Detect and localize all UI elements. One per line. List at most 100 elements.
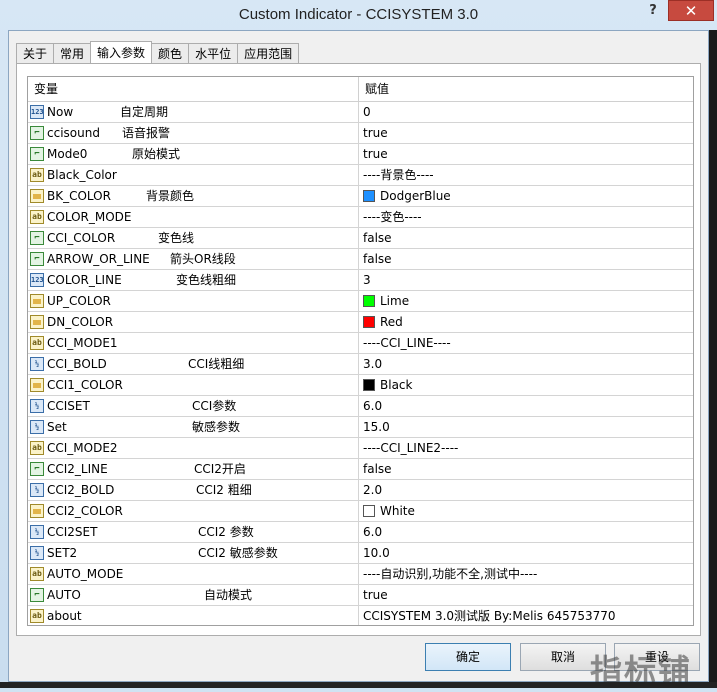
parameter-value-cell[interactable]: 2.0 [359, 480, 693, 500]
table-row[interactable]: ⌐ CCI2_LINE CCI2开启 false [28, 459, 693, 480]
parameter-name-cell[interactable]: CCI2_COLOR [28, 501, 359, 521]
column-header-variable[interactable]: 变量 [28, 77, 359, 101]
string-type-icon: ab [30, 441, 44, 455]
parameter-name-cell[interactable]: ⌐ CCI2_LINE CCI2开启 [28, 459, 359, 479]
help-button[interactable]: ? [640, 0, 666, 21]
table-row[interactable]: CCI1_COLOR Black [28, 375, 693, 396]
parameter-rows: 123 Now 自定周期 0 ⌐ ccisound 语音报警 true ⌐ Mode0 原始模式 tr… [28, 102, 693, 625]
parameter-name-cell[interactable]: ⌐ CCI_COLOR 变色线 [28, 228, 359, 248]
table-row[interactable]: DN_COLOR Red [28, 312, 693, 333]
parameter-name-cell[interactable]: 123 COLOR_LINE 变色线粗细 [28, 270, 359, 290]
parameter-name-cell[interactable]: ab Black_Color [28, 165, 359, 185]
parameter-name-cell[interactable]: ab AUTO_MODE [28, 564, 359, 584]
color-type-icon [30, 378, 44, 392]
parameter-value-cell[interactable]: Black [359, 375, 693, 395]
tab-levels[interactable]: 水平位 [188, 43, 239, 64]
tab-inputs[interactable]: 输入参数 [90, 41, 153, 64]
table-row[interactable]: ⌐ ARROW_OR_LINE 箭头OR线段 false [28, 249, 693, 270]
parameter-name-cell[interactable]: 123 Now 自定周期 [28, 102, 359, 122]
parameter-value-cell[interactable]: ----CCI_LINE---- [359, 333, 693, 353]
table-row[interactable]: 123 Now 自定周期 0 [28, 102, 693, 123]
parameter-value-cell[interactable]: true [359, 144, 693, 164]
table-row[interactable]: 123 COLOR_LINE 变色线粗细 3 [28, 270, 693, 291]
table-row[interactable]: ½ SET2 CCI2 敏感参数 10.0 [28, 543, 693, 564]
parameter-name-cell[interactable]: ⌐ AUTO 自动模式 [28, 585, 359, 605]
close-button[interactable]: ✕ [668, 0, 714, 21]
parameter-value-cell[interactable]: 6.0 [359, 396, 693, 416]
parameter-value-cell[interactable]: ----变色---- [359, 207, 693, 227]
parameter-value: 15.0 [363, 420, 390, 434]
tab-visualization[interactable]: 应用范围 [237, 43, 300, 64]
parameter-name: CCI2_BOLD [47, 483, 115, 497]
cancel-button[interactable]: 取消 [520, 643, 606, 671]
tab-about[interactable]: 关于 [16, 43, 55, 64]
parameter-name: SET2 [47, 546, 78, 560]
parameter-name-cell[interactable]: ½ Set 敏感参数 [28, 417, 359, 437]
table-row[interactable]: UP_COLOR Lime [28, 291, 693, 312]
parameter-name-cell[interactable]: ½ CCI2SET CCI2 参数 [28, 522, 359, 542]
table-row[interactable]: ½ CCI2SET CCI2 参数 6.0 [28, 522, 693, 543]
parameter-value-cell[interactable]: ----CCI_LINE2---- [359, 438, 693, 458]
table-row[interactable]: ½ Set 敏感参数 15.0 [28, 417, 693, 438]
tab-colors[interactable]: 颜色 [151, 43, 190, 64]
table-row[interactable]: ab CCI_MODE1 ----CCI_LINE---- [28, 333, 693, 354]
parameter-name-cell[interactable]: BK_COLOR 背景颜色 [28, 186, 359, 206]
parameter-value-cell[interactable]: true [359, 585, 693, 605]
parameter-name-cell[interactable]: ⌐ ccisound 语音报警 [28, 123, 359, 143]
table-row[interactable]: CCI2_COLOR White [28, 501, 693, 522]
parameter-value-cell[interactable]: Lime [359, 291, 693, 311]
table-row[interactable]: ab about CCISYSTEM 3.0测试版 By:Melis 6457537… [28, 606, 693, 625]
table-row[interactable]: ½ CCISET CCI参数 6.0 [28, 396, 693, 417]
parameter-name-cell[interactable]: ½ SET2 CCI2 敏感参数 [28, 543, 359, 563]
table-row[interactable]: BK_COLOR 背景颜色 DodgerBlue [28, 186, 693, 207]
tab-common[interactable]: 常用 [53, 43, 92, 64]
parameter-value-cell[interactable]: 6.0 [359, 522, 693, 542]
parameter-name-cell[interactable]: ½ CCI_BOLD CCI线粗细 [28, 354, 359, 374]
parameter-value-cell[interactable]: CCISYSTEM 3.0测试版 By:Melis 645753770 [359, 606, 693, 625]
parameter-value-cell[interactable]: ----自动识别,功能不全,测试中---- [359, 564, 693, 584]
parameter-value-cell[interactable]: 15.0 [359, 417, 693, 437]
table-row[interactable]: ½ CCI2_BOLD CCI2 粗细 2.0 [28, 480, 693, 501]
table-row[interactable]: ⌐ AUTO 自动模式 true [28, 585, 693, 606]
parameter-value-cell[interactable]: 3 [359, 270, 693, 290]
ok-button[interactable]: 确定 [425, 643, 511, 671]
parameter-value-cell[interactable]: 10.0 [359, 543, 693, 563]
parameter-value-cell[interactable]: 0 [359, 102, 693, 122]
parameter-name-cell[interactable]: ab CCI_MODE1 [28, 333, 359, 353]
parameter-value-cell[interactable]: Red [359, 312, 693, 332]
parameter-value-cell[interactable]: false [359, 459, 693, 479]
tab-bar: 关于 常用 输入参数 颜色 水平位 应用范围 [16, 41, 300, 64]
parameter-name-cell[interactable]: ab about [28, 606, 359, 625]
parameter-name-cell[interactable]: ⌐ ARROW_OR_LINE 箭头OR线段 [28, 249, 359, 269]
table-row[interactable]: ab COLOR_MODE ----变色---- [28, 207, 693, 228]
parameter-name: CCI_COLOR [47, 231, 116, 245]
parameter-value-cell[interactable]: false [359, 228, 693, 248]
table-row[interactable]: ½ CCI_BOLD CCI线粗细 3.0 [28, 354, 693, 375]
parameter-value-cell[interactable]: true [359, 123, 693, 143]
table-row[interactable]: ab AUTO_MODE ----自动识别,功能不全,测试中---- [28, 564, 693, 585]
column-header-value[interactable]: 赋值 [359, 77, 693, 101]
reset-button[interactable]: 重设 [614, 643, 700, 671]
parameter-name-cell[interactable]: ½ CCI2_BOLD CCI2 粗细 [28, 480, 359, 500]
parameter-value-cell[interactable]: 3.0 [359, 354, 693, 374]
parameter-name-cell[interactable]: ⌐ Mode0 原始模式 [28, 144, 359, 164]
table-row[interactable]: ab CCI_MODE2 ----CCI_LINE2---- [28, 438, 693, 459]
parameter-value-cell[interactable]: DodgerBlue [359, 186, 693, 206]
table-row[interactable]: ⌐ Mode0 原始模式 true [28, 144, 693, 165]
parameter-name-cell[interactable]: CCI1_COLOR [28, 375, 359, 395]
table-row[interactable]: ab Black_Color ----背景色---- [28, 165, 693, 186]
parameter-value-cell[interactable]: false [359, 249, 693, 269]
parameter-value-cell[interactable]: White [359, 501, 693, 521]
table-row[interactable]: ⌐ ccisound 语音报警 true [28, 123, 693, 144]
parameter-name-cell[interactable]: ½ CCISET CCI参数 [28, 396, 359, 416]
parameter-value-cell[interactable]: ----背景色---- [359, 165, 693, 185]
parameter-name-cell[interactable]: ab COLOR_MODE [28, 207, 359, 227]
table-row[interactable]: ⌐ CCI_COLOR 变色线 false [28, 228, 693, 249]
title-bar[interactable]: Custom Indicator - CCISYSTEM 3.0 ? ✕ [0, 0, 717, 32]
parameter-name-cell[interactable]: DN_COLOR [28, 312, 359, 332]
parameter-name: AUTO_MODE [47, 567, 124, 581]
parameter-name-cell[interactable]: UP_COLOR [28, 291, 359, 311]
parameter-name: Set [47, 420, 67, 434]
parameter-name-cell[interactable]: ab CCI_MODE2 [28, 438, 359, 458]
parameter-name: CCI_BOLD [47, 357, 107, 371]
